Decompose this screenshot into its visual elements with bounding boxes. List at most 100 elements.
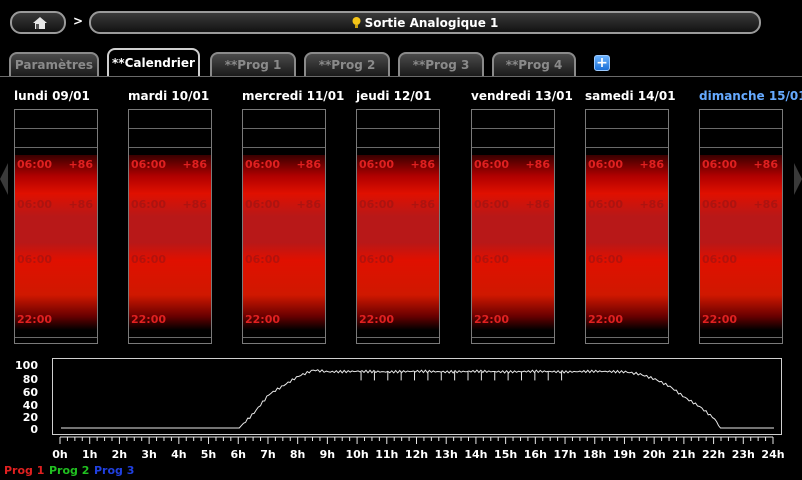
hour-gridline [243,128,325,129]
y-tick-label: 0 [30,423,38,436]
end-time-label: 22:00 [17,313,53,326]
day-column[interactable]: 06:00 +86 06:00 06:00 +86 22:00 [14,109,98,344]
day-header-mercredi: mercredi 11/01 [242,89,345,103]
hour-gridline [243,147,325,148]
day-column[interactable]: 06:00 +86 06:00 06:00 +86 22:00 [585,109,669,344]
hour-gridline [586,147,668,148]
schedule-block[interactable] [357,155,439,330]
hour-gridline [472,147,554,148]
hour-gridline [129,147,211,148]
schedule-block[interactable] [243,155,325,330]
hour-gridline [700,128,782,129]
daily-profile-chart [52,358,782,435]
x-tick-label: 7h [260,448,276,461]
x-tick-label: 24h [761,448,785,461]
day-column[interactable]: 06:00 +86 06:00 06:00 +86 22:00 [242,109,326,344]
x-tick-label: 9h [319,448,336,461]
hour-gridline [243,337,325,338]
day-header-lundi: lundi 09/01 [14,89,90,103]
x-tick-label: 3h [141,448,157,461]
ghost-time-label: 06:00 [359,198,395,211]
ghost-time-label: 06:00 [17,253,53,266]
x-tick-label: 22h [702,448,726,461]
home-button[interactable] [10,11,66,34]
x-tick-label: 13h [434,448,458,461]
day-column[interactable]: 06:00 +86 06:00 06:00 +86 22:00 [471,109,555,344]
hour-gridline [357,337,439,338]
ghost-time-label: 06:00 [245,198,281,211]
hour-gridline [129,337,211,338]
end-time-label: 22:00 [702,313,738,326]
hour-gridline [129,128,211,129]
x-axis [59,436,774,444]
ghost-time-label: 06:00 [131,253,167,266]
start-time-label: 06:00 [245,158,281,171]
lightbulb-icon [352,16,361,28]
hour-gridline [586,337,668,338]
hour-gridline [700,147,782,148]
tab-prog-3[interactable]: **Prog 3 [398,52,484,76]
x-tick-label: 4h [171,448,187,461]
schedule-block[interactable] [472,155,554,330]
x-tick-label: 8h [289,448,306,461]
ghost-time-label: 06:00 [588,198,624,211]
start-time-label: 06:00 [131,158,167,171]
end-time-label: 22:00 [245,313,281,326]
ghost-time-label: 06:00 [245,253,281,266]
tab-parametres[interactable]: Paramètres [9,52,99,76]
setpoint-value-label: +86 [753,158,778,171]
setpoint-value-label: +86 [639,158,664,171]
tab-prog-2[interactable]: **Prog 2 [304,52,390,76]
end-time-label: 22:00 [588,313,624,326]
schedule-block[interactable] [586,155,668,330]
day-column[interactable]: 06:00 +86 06:00 06:00 +86 22:00 [128,109,212,344]
setpoint-value-label: +86 [68,158,93,171]
day-column[interactable]: 06:00 +86 06:00 06:00 +86 22:00 [699,109,783,344]
house-icon [33,17,47,29]
x-tick-label: 15h [494,448,518,461]
day-header-samedi: samedi 14/01 [585,89,676,103]
page-title-bar: Sortie Analogique 1 [89,11,761,34]
x-tick-label: 17h [553,448,577,461]
day-column[interactable]: 06:00 +86 06:00 06:00 +86 22:00 [356,109,440,344]
hour-gridline [472,337,554,338]
start-time-label: 06:00 [359,158,395,171]
ghost-time-label: 06:00 [359,253,395,266]
tab-calendrier[interactable]: **Calendrier [107,48,200,76]
y-tick-label: 60 [22,386,38,399]
day-header-jeudi: jeudi 12/01 [356,89,432,103]
ghost-time-label: 06:00 [702,253,738,266]
hour-gridline [15,147,97,148]
chart-plot [61,369,774,429]
tab-prog-1[interactable]: **Prog 1 [210,52,296,76]
setpoint-value-label: +86 [182,158,207,171]
hour-gridline [357,128,439,129]
tab-divider [0,76,802,77]
x-tick-label: 2h [111,448,128,461]
x-tick-label: 18h [583,448,607,461]
day-header-vendredi: vendredi 13/01 [471,89,573,103]
x-tick-label: 20h [642,448,666,461]
end-time-label: 22:00 [131,313,167,326]
previous-week-arrow-icon[interactable] [0,163,8,195]
x-tick-label: 0h [52,448,68,461]
ghost-time-label: 06:00 [474,198,510,211]
end-time-label: 22:00 [359,313,395,326]
hour-gridline [586,128,668,129]
legend-prog-2: Prog 2 [49,464,90,477]
ghost-value-label: +86 [410,198,435,211]
series-line [61,369,774,429]
legend-prog-3: Prog 3 [94,464,135,477]
x-tick-label: 11h [375,448,399,461]
ghost-value-label: +86 [525,198,550,211]
schedule-block[interactable] [700,155,782,330]
x-tick-label: 16h [523,448,547,461]
start-time-label: 06:00 [588,158,624,171]
schedule-block[interactable] [129,155,211,330]
ghost-value-label: +86 [182,198,207,211]
day-header-dimanche: dimanche 15/01 [699,89,802,103]
next-week-arrow-icon[interactable] [794,163,802,195]
schedule-block[interactable] [15,155,97,330]
tab-prog-4[interactable]: **Prog 4 [492,52,576,76]
add-tab-button[interactable]: + [594,55,610,71]
